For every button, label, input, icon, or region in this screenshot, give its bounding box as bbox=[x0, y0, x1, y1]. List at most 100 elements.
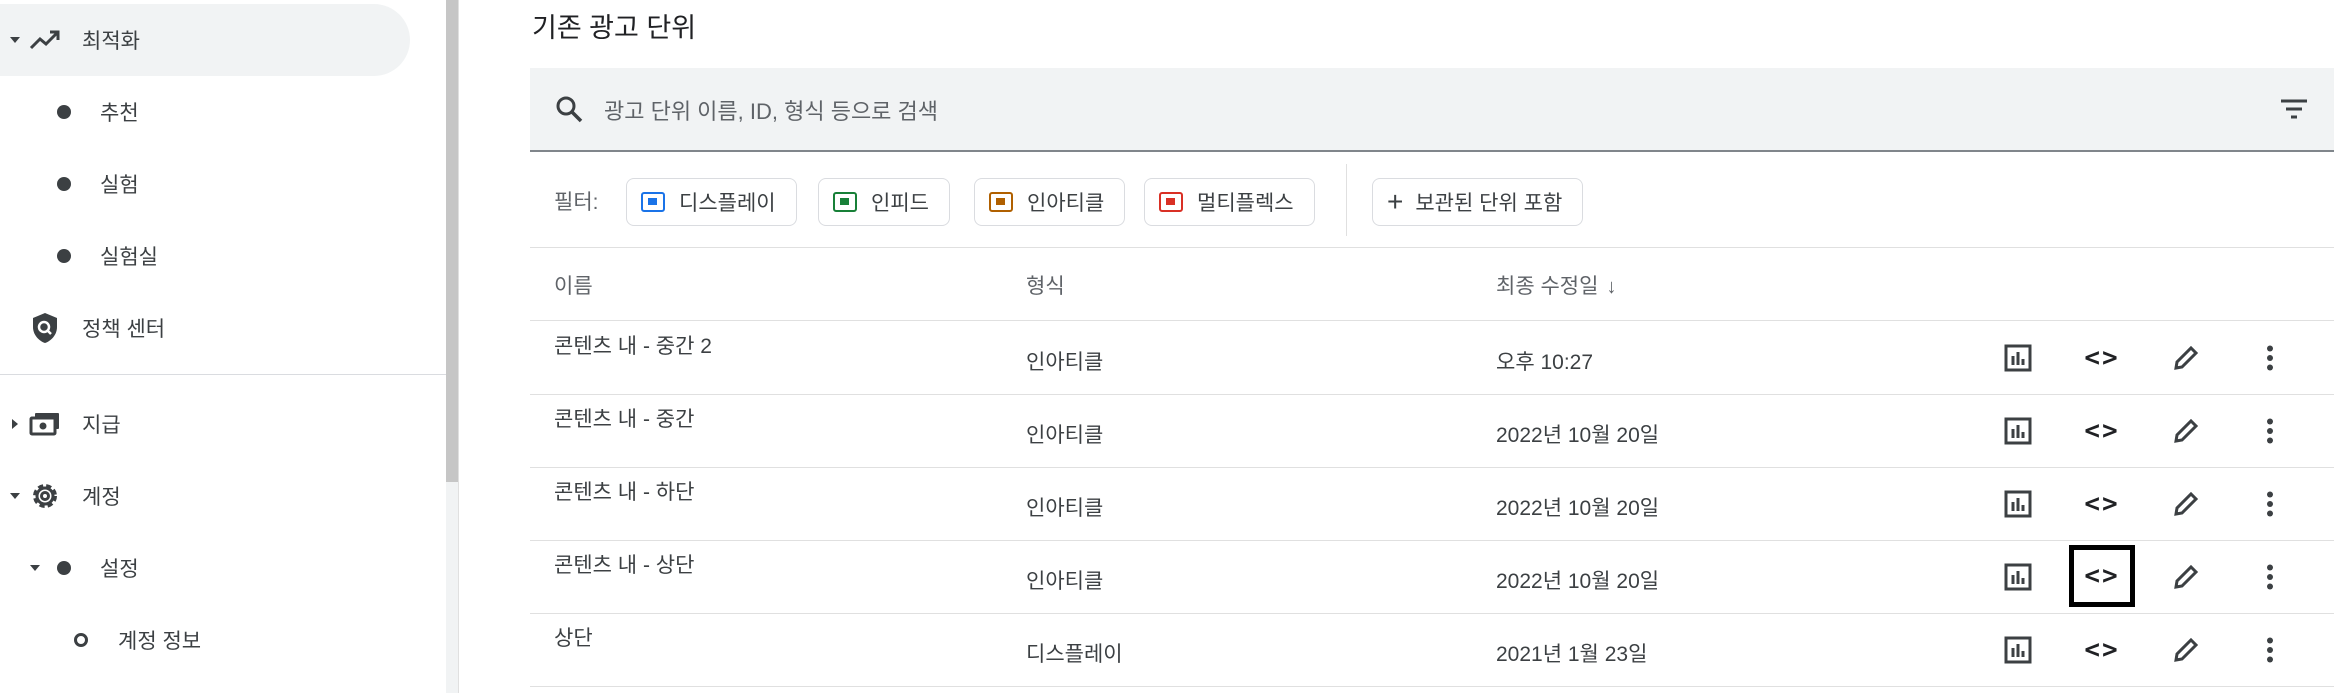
chevron-down-icon[interactable] bbox=[10, 493, 20, 499]
column-header-name[interactable]: 이름 bbox=[554, 270, 593, 300]
search-placeholder: 광고 단위 이름, ID, 형식 등으로 검색 bbox=[604, 99, 939, 124]
sidebar: 최적화 추천 실험 실험실 정책 센터 지급 계정 설정 계정 정보 bbox=[0, 0, 446, 693]
filter-chip-in-article[interactable]: 인아티클 bbox=[974, 178, 1126, 226]
more-vert-icon[interactable] bbox=[2246, 334, 2294, 382]
infeed-ad-icon bbox=[833, 192, 857, 212]
edit-pencil-icon[interactable] bbox=[2162, 334, 2210, 382]
sidebar-scrollbar[interactable] bbox=[446, 0, 458, 693]
plus-icon: + bbox=[1387, 186, 1404, 217]
more-vert-icon[interactable] bbox=[2246, 626, 2294, 674]
chip-label: 인아티클 bbox=[1027, 192, 1105, 215]
bullet-icon bbox=[57, 561, 71, 575]
page-title: 기존 광고 단위 bbox=[532, 13, 697, 43]
code-icon[interactable]: <> bbox=[2078, 407, 2126, 455]
sidebar-item-labs[interactable]: 실험실 bbox=[0, 220, 410, 292]
code-icon[interactable]: <> bbox=[2078, 626, 2126, 674]
scrollbar-thumb[interactable] bbox=[446, 0, 458, 482]
ad-unit-type: 인아티클 bbox=[1026, 424, 1104, 447]
sidebar-item-experiments[interactable]: 실험 bbox=[0, 148, 410, 220]
more-vert-icon[interactable] bbox=[2246, 480, 2294, 528]
ad-unit-name[interactable]: 콘텐츠 내 - 중간 2 bbox=[554, 330, 712, 360]
sidebar-item-label: 실험 bbox=[100, 174, 139, 197]
divider bbox=[458, 0, 459, 693]
column-header-type[interactable]: 형식 bbox=[1026, 270, 1065, 300]
sidebar-item-payments[interactable]: 지급 bbox=[0, 388, 410, 460]
report-icon[interactable] bbox=[1994, 407, 2042, 455]
ad-unit-modified: 2022년 10월 20일 bbox=[1496, 497, 1660, 520]
ad-unit-name[interactable]: 콘텐츠 내 - 하단 bbox=[554, 476, 694, 506]
chip-label: 멀티플렉스 bbox=[1197, 192, 1294, 215]
edit-pencil-icon[interactable] bbox=[2162, 626, 2210, 674]
sidebar-item-label: 실험실 bbox=[100, 246, 158, 269]
ad-unit-name[interactable]: 상단 bbox=[554, 622, 593, 652]
report-icon[interactable] bbox=[1994, 334, 2042, 382]
filter-label: 필터: bbox=[554, 191, 599, 214]
filter-chip-multiplex[interactable]: 멀티플렉스 bbox=[1144, 178, 1315, 226]
arrow-down-icon: ↓ bbox=[1606, 276, 1617, 298]
more-vert-icon[interactable] bbox=[2246, 407, 2294, 455]
code-icon[interactable]: <> bbox=[2078, 480, 2126, 528]
chip-label: 디스플레이 bbox=[679, 192, 776, 215]
code-icon[interactable]: <> bbox=[2078, 334, 2126, 382]
bullet-icon bbox=[57, 177, 71, 191]
chevron-down-icon[interactable] bbox=[10, 37, 20, 43]
sidebar-item-label: 설정 bbox=[100, 558, 139, 581]
chevron-down-icon[interactable] bbox=[30, 565, 40, 571]
table-row: 콘텐츠 내 - 상단 인아티클 2022년 10월 20일 <> bbox=[530, 541, 2334, 614]
sidebar-item-label: 정책 센터 bbox=[82, 318, 166, 341]
sidebar-item-account[interactable]: 계정 bbox=[0, 460, 410, 532]
ad-unit-modified: 오후 10:27 bbox=[1496, 351, 1594, 374]
filter-list-icon[interactable] bbox=[2280, 98, 2308, 125]
sidebar-item-optimization[interactable]: 최적화 bbox=[0, 4, 410, 76]
ad-unit-name[interactable]: 콘텐츠 내 - 중간 bbox=[554, 403, 694, 433]
sidebar-item-settings[interactable]: 설정 bbox=[0, 532, 410, 604]
sidebar-item-policy-center[interactable]: 정책 센터 bbox=[0, 292, 410, 364]
report-icon[interactable] bbox=[1994, 626, 2042, 674]
ad-unit-type: 인아티클 bbox=[1026, 570, 1104, 593]
chip-label: 보관된 단위 포함 bbox=[1415, 192, 1563, 215]
sidebar-item-label: 지급 bbox=[82, 414, 121, 437]
filter-bar: 필터: 디스플레이 인피드 인아티클 멀티플렉스 + 보관된 단위 포함 bbox=[530, 154, 2334, 248]
table-row: 콘텐츠 내 - 중간 인아티클 2022년 10월 20일 <> bbox=[530, 395, 2334, 468]
search-icon bbox=[554, 94, 584, 129]
bullet-icon bbox=[57, 105, 71, 119]
table-row: 상단 디스플레이 2021년 1월 23일 <> bbox=[530, 614, 2334, 687]
gear-icon bbox=[28, 479, 62, 513]
table-row: 콘텐츠 내 - 하단 인아티클 2022년 10월 20일 <> bbox=[530, 468, 2334, 541]
search-input[interactable]: 광고 단위 이름, ID, 형식 등으로 검색 bbox=[530, 68, 2334, 152]
edit-pencil-icon[interactable] bbox=[2162, 407, 2210, 455]
sidebar-item-label: 추천 bbox=[100, 102, 139, 125]
report-icon[interactable] bbox=[1994, 480, 2042, 528]
chip-label: 인피드 bbox=[871, 192, 929, 215]
column-header-label: 최종 수정일 bbox=[1496, 275, 1599, 298]
include-archived-button[interactable]: + 보관된 단위 포함 bbox=[1372, 178, 1584, 226]
edit-pencil-icon[interactable] bbox=[2162, 480, 2210, 528]
code-icon[interactable]: <> bbox=[2069, 545, 2135, 607]
sidebar-item-label: 계정 bbox=[82, 486, 121, 509]
in-article-ad-icon bbox=[989, 192, 1013, 212]
table-header: 이름 형식 최종 수정일 ↓ bbox=[530, 248, 2334, 321]
sidebar-item-recommendations[interactable]: 추천 bbox=[0, 76, 410, 148]
table-row: 콘텐츠 내 - 중간 2 인아티클 오후 10:27 <> bbox=[530, 322, 2334, 395]
ad-unit-modified: 2022년 10월 20일 bbox=[1496, 570, 1660, 593]
divider bbox=[1346, 164, 1347, 236]
column-header-modified[interactable]: 최종 수정일 ↓ bbox=[1496, 270, 1616, 300]
ad-unit-modified: 2021년 1월 23일 bbox=[1496, 643, 1648, 666]
sidebar-item-account-info[interactable]: 계정 정보 bbox=[0, 604, 410, 676]
filter-chip-infeed[interactable]: 인피드 bbox=[818, 178, 950, 226]
ad-unit-type: 디스플레이 bbox=[1026, 643, 1123, 666]
chevron-right-icon[interactable] bbox=[12, 419, 18, 429]
ad-unit-name[interactable]: 콘텐츠 내 - 상단 bbox=[554, 549, 694, 579]
filter-chip-display[interactable]: 디스플레이 bbox=[626, 178, 797, 226]
report-icon[interactable] bbox=[1994, 553, 2042, 601]
divider bbox=[0, 374, 446, 375]
sidebar-item-label: 최적화 bbox=[82, 30, 140, 53]
multiplex-ad-icon bbox=[1159, 192, 1183, 212]
display-ad-icon bbox=[641, 192, 665, 212]
edit-pencil-icon[interactable] bbox=[2162, 553, 2210, 601]
ad-unit-type: 인아티클 bbox=[1026, 497, 1104, 520]
bullet-icon bbox=[57, 249, 71, 263]
more-vert-icon[interactable] bbox=[2246, 553, 2294, 601]
trending-up-icon bbox=[28, 23, 62, 57]
sidebar-item-label: 계정 정보 bbox=[118, 630, 202, 653]
